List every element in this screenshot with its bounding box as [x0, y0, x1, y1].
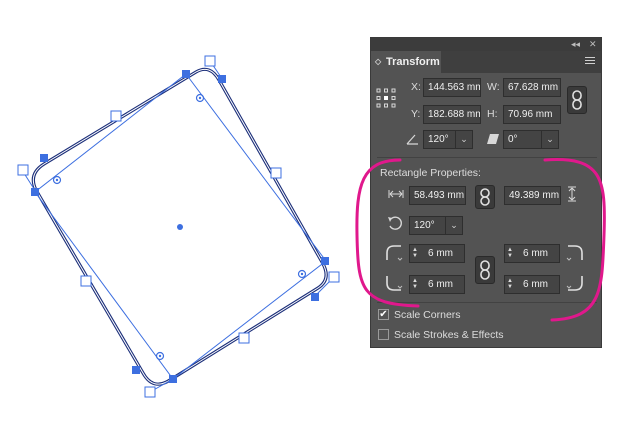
- annotation-bracket-right: [543, 158, 606, 322]
- annotation-bracket-left: [355, 158, 420, 308]
- annotation-overlay: [355, 158, 606, 322]
